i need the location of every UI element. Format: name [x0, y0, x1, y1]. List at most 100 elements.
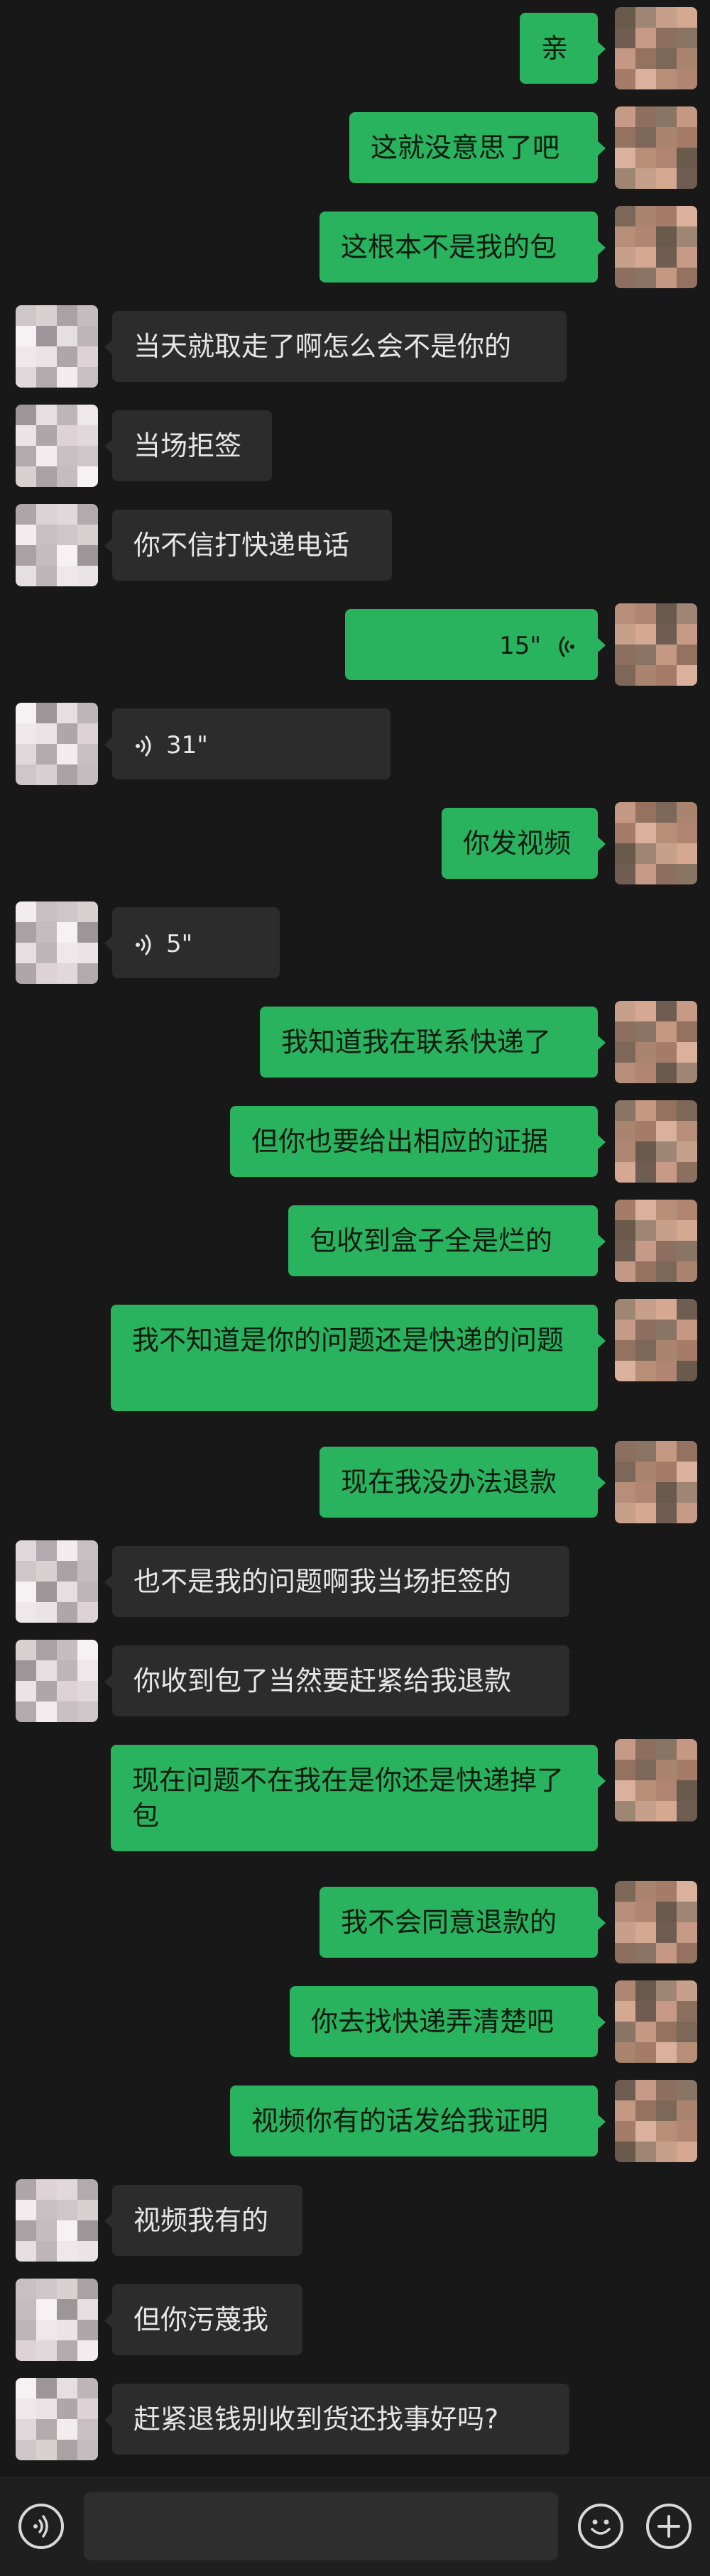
voice-message-bubble[interactable]: 15" [345, 609, 606, 680]
voice-duration: 31" [166, 731, 208, 760]
emoji-button[interactable] [578, 2504, 623, 2549]
my-avatar[interactable] [615, 1200, 697, 1282]
message-text: 视频你有的话发给我证明 [251, 2105, 549, 2137]
text-message-bubble[interactable]: 我知道我在联系快递了 [260, 1007, 606, 1078]
message-row: 当场拒签 [0, 405, 710, 487]
my-avatar[interactable] [615, 1881, 697, 1963]
message-row: 包收到盒子全是烂的 [0, 1200, 710, 1282]
message-input[interactable] [84, 2492, 558, 2560]
contact-avatar[interactable] [16, 2179, 98, 2262]
message-text: 赶紧退钱别收到货还找事好吗? [133, 2404, 499, 2435]
message-text: 我不知道是你的问题还是快递的问题 [132, 1325, 564, 1356]
message-text: 现在我没办法退款 [341, 1467, 557, 1498]
contact-avatar[interactable] [16, 504, 98, 586]
message-text: 我不会同意退款的 [341, 1907, 557, 1938]
text-message-bubble[interactable]: 视频我有的 [104, 2185, 302, 2256]
voice-wave-icon [136, 735, 151, 756]
message-row: 我不知道是你的问题还是快递的问题 [0, 1299, 710, 1417]
text-message-bubble[interactable]: 你发视频 [442, 808, 606, 879]
voice-wave-icon [559, 636, 574, 657]
text-message-bubble[interactable]: 赶紧退钱别收到货还找事好吗? [104, 2384, 569, 2455]
message-text: 这就没意思了吧 [371, 132, 560, 163]
text-message-bubble[interactable]: 也不是我的问题啊我当场拒签的 [104, 1546, 569, 1617]
my-avatar[interactable] [615, 2080, 697, 2162]
contact-avatar[interactable] [16, 2279, 98, 2361]
my-avatar[interactable] [615, 206, 697, 288]
my-avatar[interactable] [615, 1001, 697, 1083]
message-row: 视频你有的话发给我证明 [0, 2080, 710, 2162]
text-message-bubble[interactable]: 你收到包了当然要赶紧给我退款 [104, 1645, 569, 1716]
message-row: 当天就取走了啊怎么会不是你的 [0, 305, 710, 388]
contact-avatar[interactable] [16, 1540, 98, 1623]
text-message-bubble[interactable]: 当天就取走了啊怎么会不是你的 [104, 311, 567, 382]
text-message-bubble[interactable]: 这根本不是我的包 [320, 212, 606, 283]
emoji-icon [591, 2519, 611, 2535]
contact-avatar[interactable] [16, 405, 98, 487]
text-message-bubble[interactable]: 我不会同意退款的 [320, 1887, 606, 1958]
message-text: 你去找快递弄清楚吧 [311, 2006, 555, 2037]
input-bar [0, 2477, 710, 2576]
message-row: 但你污蔑我 [0, 2279, 710, 2361]
message-text: 但你也要给出相应的证据 [251, 1126, 549, 1157]
my-avatar[interactable] [615, 603, 697, 686]
contact-avatar[interactable] [16, 703, 98, 785]
voice-mode-icon [33, 2515, 48, 2538]
message-text: 现在问题不在我在是你还是快递掉了包 [132, 1765, 564, 1831]
message-row: 视频我有的 [0, 2179, 710, 2262]
message-row: 你收到包了当然要赶紧给我退款 [0, 1640, 710, 1722]
message-row: 我不会同意退款的 [0, 1881, 710, 1963]
message-row: 这就没意思了吧 [0, 106, 710, 189]
message-row: 这根本不是我的包 [0, 206, 710, 288]
message-row: 你不信打快递电话 [0, 504, 710, 586]
message-row: 5" [0, 901, 710, 984]
text-message-bubble[interactable]: 你去找快递弄清楚吧 [290, 1986, 606, 2057]
text-message-bubble[interactable]: 但你也要给出相应的证据 [230, 1106, 606, 1177]
my-avatar[interactable] [615, 1100, 697, 1183]
message-row: 现在问题不在我在是你还是快递掉了包 [0, 1739, 710, 1857]
my-avatar[interactable] [615, 106, 697, 189]
text-message-bubble[interactable]: 视频你有的话发给我证明 [230, 2086, 606, 2156]
my-avatar[interactable] [615, 1441, 697, 1523]
message-row: 但你也要给出相应的证据 [0, 1100, 710, 1183]
text-message-bubble[interactable]: 这就没意思了吧 [349, 112, 606, 183]
my-avatar[interactable] [615, 802, 697, 884]
voice-message-bubble[interactable]: 31" [104, 708, 390, 779]
text-message-bubble[interactable]: 我不知道是你的问题还是快递的问题 [111, 1305, 606, 1411]
voice-mode-button[interactable] [18, 2504, 64, 2549]
my-avatar[interactable] [615, 1980, 697, 2063]
message-row: 也不是我的问题啊我当场拒签的 [0, 1540, 710, 1623]
contact-avatar[interactable] [16, 1640, 98, 1722]
message-row: 31" [0, 703, 710, 785]
message-row: 赶紧退钱别收到货还找事好吗? [0, 2378, 710, 2460]
message-text: 视频我有的 [133, 2205, 269, 2236]
my-avatar[interactable] [615, 7, 697, 89]
message-text: 也不是我的问题啊我当场拒签的 [133, 1566, 512, 1597]
message-text: 你收到包了当然要赶紧给我退款 [133, 1665, 512, 1697]
contact-avatar[interactable] [16, 305, 98, 388]
voice-duration: 15" [499, 632, 541, 660]
plus-icon [657, 2515, 680, 2538]
voice-wave-icon [136, 934, 151, 955]
message-row: 我知道我在联系快递了 [0, 1001, 710, 1083]
message-row: 你发视频 [0, 802, 710, 884]
my-avatar[interactable] [615, 1299, 697, 1381]
voice-duration: 5" [166, 930, 193, 958]
plus-button[interactable] [646, 2504, 692, 2549]
text-message-bubble[interactable]: 现在我没办法退款 [320, 1447, 606, 1518]
text-message-bubble[interactable]: 你不信打快递电话 [104, 510, 392, 581]
message-text: 当场拒签 [133, 430, 242, 461]
voice-message-bubble[interactable]: 5" [104, 907, 280, 978]
message-row: 15" [0, 603, 710, 686]
contact-avatar[interactable] [16, 2378, 98, 2460]
message-row: 你去找快递弄清楚吧 [0, 1980, 710, 2063]
text-message-bubble[interactable]: 现在问题不在我在是你还是快递掉了包 [111, 1745, 606, 1851]
message-text: 你不信打快递电话 [133, 530, 350, 561]
my-avatar[interactable] [615, 1739, 697, 1821]
message-row: 现在我没办法退款 [0, 1441, 710, 1523]
text-message-bubble[interactable]: 包收到盒子全是烂的 [288, 1205, 606, 1276]
text-message-bubble[interactable]: 但你污蔑我 [104, 2284, 302, 2355]
message-text: 当天就取走了啊怎么会不是你的 [133, 331, 512, 362]
text-message-bubble[interactable]: 亲 [520, 13, 606, 84]
text-message-bubble[interactable]: 当场拒签 [104, 410, 272, 481]
contact-avatar[interactable] [16, 901, 98, 984]
